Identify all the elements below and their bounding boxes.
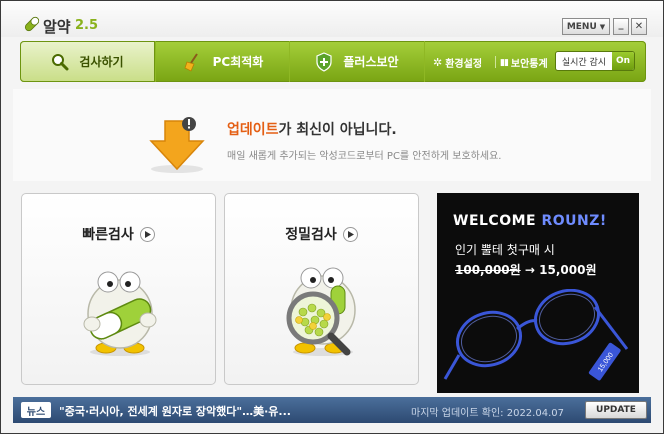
news-headline-link[interactable]: "중국·러시아, 전세계 원자로 장악했다"…美·유... [59, 403, 291, 419]
ad-price: 100,000원 → 15,000원 [455, 261, 597, 278]
minimize-button[interactable]: _ [613, 18, 629, 35]
app-version: 2.5 [75, 18, 99, 33]
chevron-down-icon: ▼ [599, 22, 606, 31]
toolbar-divider [495, 56, 496, 68]
ad-title: WELCOME ROUNZ! [453, 213, 607, 229]
app-window: 알약 2.5 MENU ▼ _ ✕ 검사하기 PC최적화 플러스보안 ✲ 환경설… [0, 0, 664, 434]
update-button[interactable]: UPDATE [585, 401, 647, 419]
ad-price-arrow: → [524, 263, 535, 277]
security-stats-link[interactable]: ▮▮ 보안통계 [500, 55, 548, 71]
ad-title-a: WELCOME [453, 213, 537, 229]
settings-link[interactable]: ✲ 환경설정 [433, 55, 482, 70]
quick-scan-title: 빠른검사 [22, 224, 215, 244]
deep-scan-title: 정밀검사 [225, 224, 418, 244]
play-icon [342, 226, 358, 242]
realtime-monitor-toggle[interactable]: 실시간 감시 On [555, 51, 635, 71]
settings-label: 환경설정 [445, 59, 483, 70]
status-title: 업데이트가 최신이 아닙니다. [227, 119, 397, 139]
tab-pc-optimize[interactable]: PC최적화 [155, 41, 290, 82]
title-bar[interactable]: 알약 2.5 MENU ▼ _ ✕ [1, 1, 663, 37]
status-title-highlight: 업데이트 [227, 122, 279, 138]
status-subtitle: 매일 새롭게 추가되는 악성코드로부터 PC를 안전하게 보호하세요. [227, 151, 502, 162]
security-stats-label: 보안통계 [510, 59, 548, 70]
play-icon [139, 226, 155, 242]
close-icon: ✕ [634, 21, 644, 32]
tab-plus-security-label: 플러스보안 [343, 55, 399, 69]
menu-label: MENU [566, 21, 597, 32]
news-badge: 뉴스 [21, 402, 51, 418]
ad-title-b: ROUNZ! [541, 213, 607, 229]
news-bar: 뉴스 "중국·러시아, 전세계 원자로 장악했다"…美·유... 마지막 업데이… [13, 397, 651, 423]
update-arrow-icon [149, 117, 205, 173]
menu-button[interactable]: MENU ▼ [562, 18, 610, 35]
tab-scan[interactable]: 검사하기 [20, 41, 155, 82]
minimize-icon: _ [618, 19, 624, 30]
main-toolbar: 검사하기 PC최적화 플러스보안 ✲ 환경설정 ▮▮ 보안통계 실시간 감시 O… [20, 41, 646, 82]
ad-banner[interactable]: WELCOME ROUNZ! 인기 뿔테 첫구매 시 100,000원 → 15… [437, 193, 639, 393]
tab-pc-optimize-label: PC최적화 [212, 55, 264, 69]
tab-scan-label: 검사하기 [79, 55, 124, 69]
last-update-label: 마지막 업데이트 확인: [411, 408, 504, 419]
app-title: 알약 [43, 18, 71, 36]
deep-scan-label: 정밀검사 [285, 227, 337, 243]
quick-scan-card[interactable]: 빠른검사 [21, 193, 216, 385]
ad-new-price: 15,000원 [539, 263, 597, 277]
close-button[interactable]: ✕ [631, 18, 647, 35]
gear-icon: ✲ [433, 56, 443, 69]
realtime-label: 실시간 감시 [561, 57, 607, 68]
bar-chart-icon: ▮▮ [500, 57, 509, 68]
glasses-product-image: 15,000 [443, 289, 629, 381]
last-update-date: 2022.04.07 [506, 408, 564, 419]
ad-subtitle: 인기 뿔테 첫구매 시 [455, 243, 555, 257]
realtime-state: On [612, 52, 634, 70]
mascot-magnifier-image [286, 267, 356, 356]
mascot-pill-image [83, 271, 157, 356]
pill-logo-icon [24, 16, 40, 32]
status-title-rest: 가 최신이 아닙니다. [278, 122, 397, 138]
shield-plus-icon [316, 51, 332, 72]
search-icon [52, 53, 69, 70]
last-update-info: 마지막 업데이트 확인: 2022.04.07 [411, 404, 564, 419]
ad-old-price: 100,000원 [455, 263, 521, 277]
broom-icon [184, 52, 198, 72]
tab-plus-security[interactable]: 플러스보안 [289, 41, 425, 82]
quick-scan-label: 빠른검사 [82, 227, 134, 243]
deep-scan-card[interactable]: 정밀검사 [224, 193, 419, 385]
